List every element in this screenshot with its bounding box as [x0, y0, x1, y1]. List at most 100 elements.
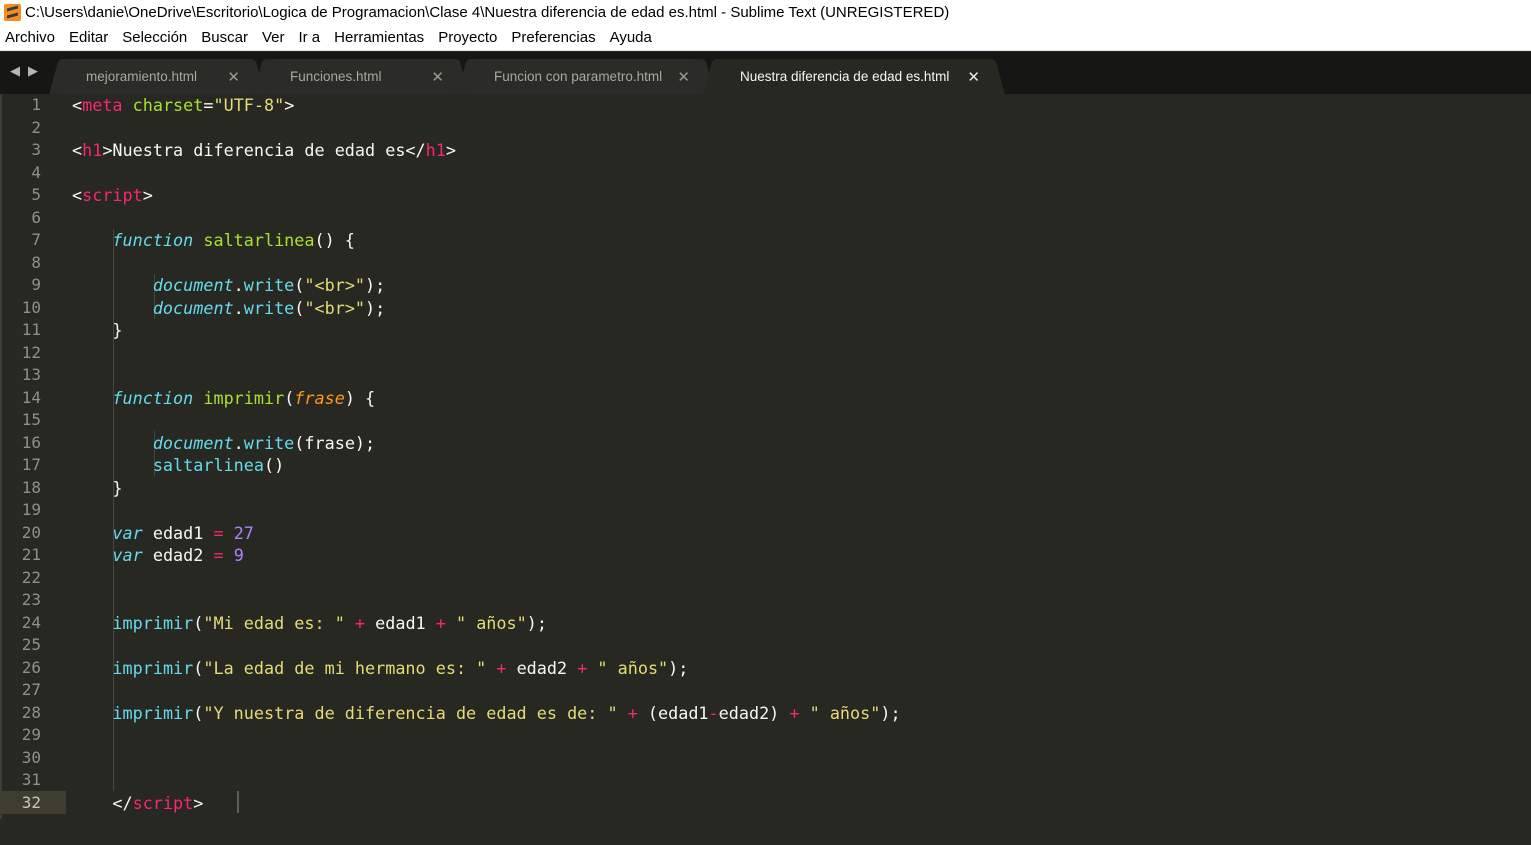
- code-line[interactable]: function imprimir(frase) {: [72, 387, 375, 410]
- code-token: +: [789, 702, 800, 723]
- code-token: imprimir: [112, 657, 194, 678]
- code-line[interactable]: function saltarlinea() {: [72, 229, 355, 252]
- tab-forward-arrow-icon[interactable]: ▶: [28, 64, 38, 79]
- line-number: 6: [31, 207, 41, 227]
- tab-navigation: ◀ ▶: [10, 64, 38, 79]
- code-token: }: [72, 320, 123, 340]
- code-token: var: [112, 545, 143, 565]
- line-number: 15: [21, 410, 41, 429]
- line-number: 11: [21, 320, 41, 339]
- code-editor[interactable]: 1 2 3 4 5 6 7 8 9 10 11 12 13 14 15 16 17 18 19 20 21 22 23 24 2…: [0, 94, 1531, 845]
- tab-label: mejoramiento.html: [86, 69, 198, 84]
- code-line[interactable]: document.write(frase);: [72, 432, 375, 455]
- tab-label: Funcion con parametro.html: [494, 69, 663, 84]
- code-line[interactable]: </script>: [72, 792, 203, 815]
- code-token: >: [193, 792, 204, 813]
- menu-buscar[interactable]: Buscar: [194, 29, 255, 46]
- code-token: ) {: [344, 387, 376, 408]
- code-token: frase: [294, 387, 345, 408]
- line-number: 23: [21, 590, 41, 609]
- window-title: C:\Users\danie\OneDrive\Escritorio\Logic…: [25, 4, 950, 21]
- menu-ayuda[interactable]: Ayuda: [603, 29, 659, 46]
- code-line[interactable]: document.write("<br>");: [72, 274, 385, 297]
- code-token: (): [263, 455, 285, 475]
- code-token: (: [294, 297, 305, 318]
- line-number: 26: [21, 657, 41, 677]
- tab-nuestra-diferencia[interactable]: Nuestra diferencia de edad es.html ✕: [714, 59, 994, 94]
- code-line[interactable]: }: [72, 319, 123, 342]
- menu-proyecto[interactable]: Proyecto: [431, 29, 504, 46]
- text-cursor: [237, 791, 239, 813]
- code-token: "UTF-8": [213, 95, 285, 115]
- code-token: .: [233, 275, 244, 295]
- code-token: function: [112, 387, 194, 408]
- menu-seleccion[interactable]: Selección: [115, 29, 194, 46]
- code-line[interactable]: <script>: [72, 184, 153, 207]
- code-token: >Nuestra diferencia de edad es</: [102, 140, 426, 160]
- code-line[interactable]: <meta charset="UTF-8">: [72, 94, 294, 117]
- code-token: +: [496, 657, 507, 678]
- tab-close-icon[interactable]: ✕: [967, 68, 980, 86]
- code-token: saltarlinea: [203, 230, 315, 250]
- tab-back-arrow-icon[interactable]: ◀: [10, 64, 20, 79]
- tab-mejoramiento[interactable]: mejoramiento.html ✕: [60, 59, 254, 94]
- code-token: );: [526, 612, 547, 633]
- code-token: >: [445, 140, 456, 160]
- code-token: (: [294, 275, 305, 295]
- tab-close-icon[interactable]: ✕: [677, 68, 690, 86]
- line-number: 22: [21, 567, 41, 587]
- code-token: );: [365, 297, 386, 318]
- code-token: edad1: [142, 522, 214, 543]
- code-line[interactable]: imprimir("La edad de mi hermano es: " + …: [72, 657, 688, 680]
- code-token: document: [152, 432, 234, 453]
- line-number: 4: [31, 162, 41, 182]
- code-token: imprimir: [203, 387, 285, 408]
- code-line[interactable]: <h1>Nuestra diferencia de edad es</h1>: [72, 139, 456, 162]
- code-token: );: [668, 657, 689, 678]
- code-token: document: [152, 297, 234, 318]
- line-number: 25: [21, 635, 41, 654]
- code-token: h1: [425, 140, 446, 160]
- tab-close-icon[interactable]: ✕: [227, 68, 240, 86]
- code-token: =: [213, 522, 224, 543]
- code-token: write: [243, 297, 295, 318]
- code-token: imprimir: [112, 702, 194, 723]
- menu-ver[interactable]: Ver: [255, 29, 292, 46]
- code-token: "Y nuestra de diferencia de edad es de: …: [203, 702, 618, 723]
- line-number: 12: [21, 342, 41, 362]
- code-token: (: [284, 387, 295, 408]
- code-line[interactable]: document.write("<br>");: [72, 297, 385, 320]
- code-line[interactable]: }: [72, 477, 122, 500]
- line-number: 1: [31, 95, 41, 114]
- code-line[interactable]: var edad2 = 9: [72, 544, 243, 567]
- tab-funcion-con-parametro[interactable]: Funcion con parametro.html ✕: [468, 59, 704, 94]
- code-line[interactable]: var edad1 = 27: [72, 522, 253, 545]
- code-token: "<br>": [304, 275, 366, 295]
- line-number: 13: [21, 365, 41, 384]
- menu-ir-a[interactable]: Ir a: [291, 29, 327, 46]
- code-token: <: [72, 185, 83, 205]
- tab-funciones[interactable]: Funciones.html ✕: [264, 59, 458, 94]
- code-line[interactable]: saltarlinea(): [72, 454, 284, 477]
- code-token: saltarlinea: [152, 455, 264, 475]
- code-line[interactable]: imprimir("Mi edad es: " + edad1 + " años…: [72, 612, 547, 635]
- menu-archivo[interactable]: Archivo: [0, 29, 62, 46]
- code-token: () {: [314, 230, 355, 250]
- menu-editar[interactable]: Editar: [62, 29, 115, 46]
- line-number: 28: [21, 702, 41, 722]
- tab-close-icon[interactable]: ✕: [431, 68, 444, 86]
- menu-preferencias[interactable]: Preferencias: [504, 29, 602, 46]
- line-number: 20: [21, 522, 41, 542]
- code-line[interactable]: imprimir("Y nuestra de diferencia de eda…: [72, 702, 900, 725]
- line-number: 8: [31, 252, 41, 272]
- menu-herramientas[interactable]: Herramientas: [327, 29, 431, 46]
